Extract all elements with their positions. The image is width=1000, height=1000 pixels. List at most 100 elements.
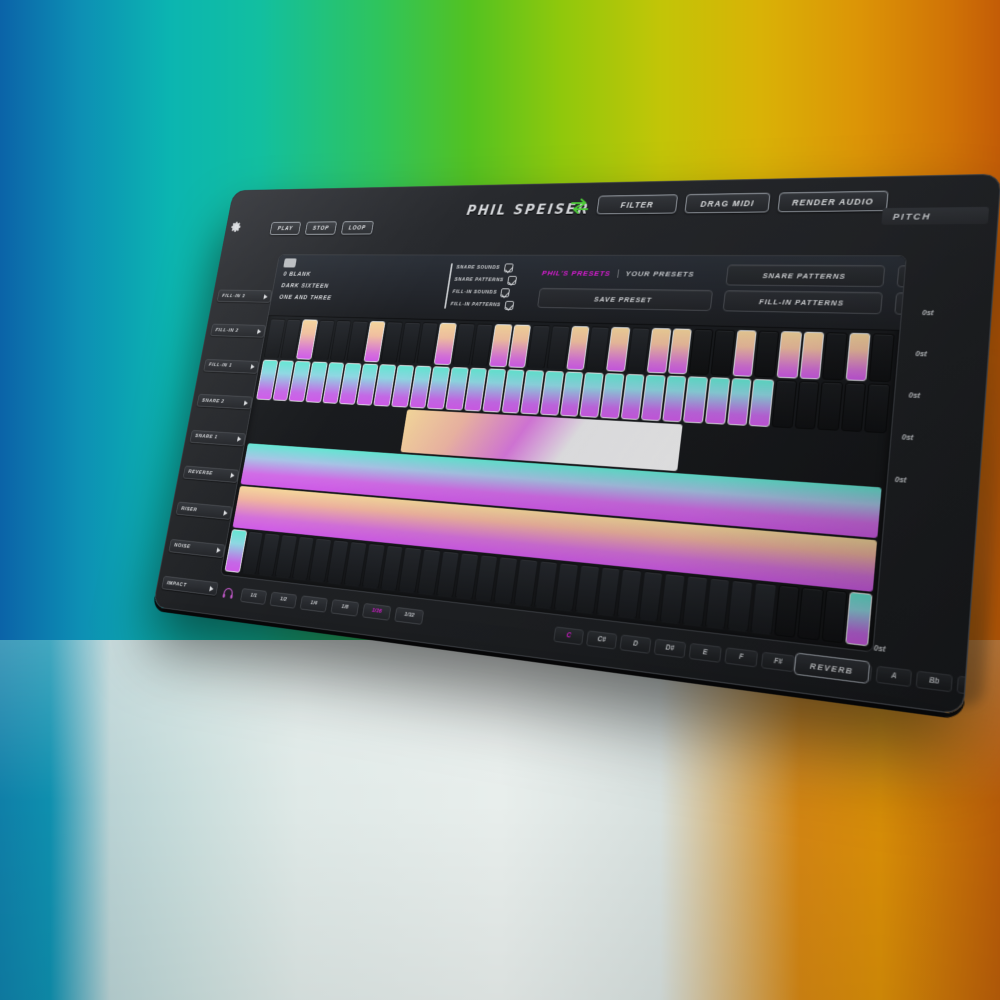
gain-display[interactable]: GAIN: 0.0db [635,703,728,716]
gain-display[interactable]: GAIN: -0.0db [544,690,632,716]
pitchbend-toggle[interactable]: PB [331,699,369,716]
active-toggle[interactable]: ACTIVE [374,685,453,714]
channel-noise[interactable]: NOISE GAIN: -0.0db ACTIVE [724,693,833,716]
step-cell[interactable] [659,573,686,625]
velocity-toggle[interactable]: V [152,670,185,687]
active-toggle[interactable]: ACTIVE [223,663,295,689]
step-cell[interactable] [771,379,797,429]
sidebar-item-fillin2[interactable]: FILL-IN 2 [210,323,266,338]
step-cell[interactable] [640,374,666,422]
sample-name[interactable]: JAM1 [219,698,288,715]
step-cell[interactable] [599,373,625,419]
step-cell[interactable] [646,327,672,374]
step-cell[interactable] [605,326,630,372]
step-cell[interactable] [661,375,687,423]
tab-phils-presets[interactable]: PHIL'S PRESETS [541,269,611,278]
step-cell[interactable] [794,380,820,430]
gain-display[interactable]: GAIN: -0.0db [157,634,226,659]
step-cell[interactable] [726,378,752,426]
checkbox-row-snare-patterns[interactable]: SNARE PATTERNS [454,275,518,285]
active-toggle[interactable]: ACTIVE [541,710,630,716]
checkbox-row-fillin-sounds[interactable]: FILL-IN SOUNDS [452,288,516,298]
step-cell[interactable] [574,564,600,615]
snare-patterns-button[interactable]: SNARE PATTERNS [725,264,886,288]
pitchbend-toggle[interactable]: PB [256,687,292,705]
channel-snare2[interactable]: SNARE 2 GAIN: -0.2db ACTIVE V PB JAM1 [215,625,302,715]
play-button[interactable]: PLAY [269,221,302,235]
sidebar-item-reverse[interactable]: REVERSE [182,465,240,483]
render-audio-button[interactable]: RENDER AUDIO [777,190,889,213]
active-toggle[interactable]: ACTIVE [455,698,539,716]
note-button-E[interactable]: E [688,642,722,663]
pitch-bend-button[interactable]: PITCH BEND [896,265,907,289]
note-button-C[interactable]: C [553,625,585,645]
sidebar-item-snare1[interactable]: SNARE 1 [189,429,247,447]
sidebar-item-riser[interactable]: RISER [175,501,233,521]
note-button-Dsharp[interactable]: D# [653,638,687,658]
pitch-value[interactable]: 0st [915,351,927,359]
step-cell[interactable] [776,331,802,379]
note-button-Csharp[interactable]: C# [586,629,618,650]
division-button-1-4[interactable]: 1/4 [299,594,328,613]
division-button-1-8[interactable]: 1/8 [330,598,360,617]
gain-display[interactable]: GAIN: -0.0db [377,666,456,694]
division-button-1-2[interactable]: 1/2 [269,591,298,609]
reverb-button[interactable]: REVERB [793,652,871,685]
lane-impact-steps[interactable] [224,529,873,647]
step-cell[interactable] [845,591,873,647]
step-cell[interactable] [821,589,848,644]
division-button-1-1[interactable]: 1/1 [240,587,268,605]
step-cell[interactable] [864,383,891,434]
note-button-Gsharp[interactable]: G# [836,660,873,682]
step-cell[interactable] [493,556,519,605]
note-button-A[interactable]: A [875,665,913,687]
pitch-value[interactable]: 0st [901,434,913,442]
step-cell[interactable] [773,584,800,638]
step-cell[interactable] [732,330,758,377]
step-cell[interactable] [620,373,645,421]
tab-your-presets[interactable]: YOUR PRESETS [625,269,695,278]
fillin-patterns-button[interactable]: FILL-IN PATTERNS [722,290,883,315]
filter-button[interactable]: FILTER [596,194,679,215]
step-cell[interactable] [822,332,848,381]
pitch-value[interactable]: 0st [894,477,906,485]
stop-button[interactable]: STOP [304,221,338,235]
gain-display[interactable]: GAIN: -0.2db [227,644,299,670]
sidebar-item-noise[interactable]: NOISE [168,538,226,558]
pitch-value[interactable]: 0st [922,310,934,317]
gain-display[interactable]: GAIN: -0.0db [300,655,375,682]
channel-fillin1[interactable]: FILL-IN 1 GAIN: -0.0db ACTIVE VPB RETROT… [289,635,378,716]
step-cell[interactable] [533,560,559,610]
velocity-toggle[interactable]: V [294,693,331,711]
checkbox-fillin-patterns[interactable] [504,300,515,311]
sample-name[interactable]: RETROTOM A [293,710,366,715]
channel-impact[interactable]: IMPACT GAIN: -0.0db ACTIVE VPB CRASHED [828,707,941,716]
checkbox-fillin-sounds[interactable] [500,288,511,298]
pitchbend-toggle[interactable]: PB [185,676,219,693]
checkbox-snare-patterns[interactable] [507,275,518,285]
step-cell[interactable] [688,328,714,376]
division-button-1-16[interactable]: 1/16 [362,602,392,621]
step-cell[interactable] [553,562,579,612]
channel-snare1[interactable]: SNARE 1 GAIN: -0.0db ACTIVE V PB ARENACLA… [152,615,229,715]
step-cell[interactable] [638,570,664,622]
headphone-icon[interactable] [222,587,235,599]
channel-reverse[interactable]: REVERSE GAIN: -0.0db ACTIVE ATONE [535,668,635,716]
save-preset-button[interactable]: SAVE PRESET [537,287,714,312]
step-cell[interactable] [727,579,754,633]
division-button-1-32[interactable]: 1/32 [394,606,425,625]
drag-midi-button[interactable]: DRAG MIDI [684,192,771,214]
step-cell[interactable] [595,566,621,617]
note-button-B[interactable]: B [956,674,995,698]
pitchbend-toggle[interactable]: PB [411,711,450,716]
step-cell[interactable] [704,577,731,630]
step-cell[interactable] [710,329,736,376]
step-cell[interactable] [513,558,539,608]
velocity-toggle[interactable]: V [371,705,410,716]
pitch-value[interactable]: 0st [908,392,920,400]
step-cell[interactable] [750,582,777,636]
channel-fillin2[interactable]: FILL-IN 2 GAIN: -0.0db ACTIVE VPB RETROT… [366,645,459,716]
sidebar-item-fillin3[interactable]: FILL-IN 3 [216,289,273,303]
step-cell[interactable] [840,382,867,433]
sample-name[interactable]: ARENACLAP1 [153,686,216,702]
